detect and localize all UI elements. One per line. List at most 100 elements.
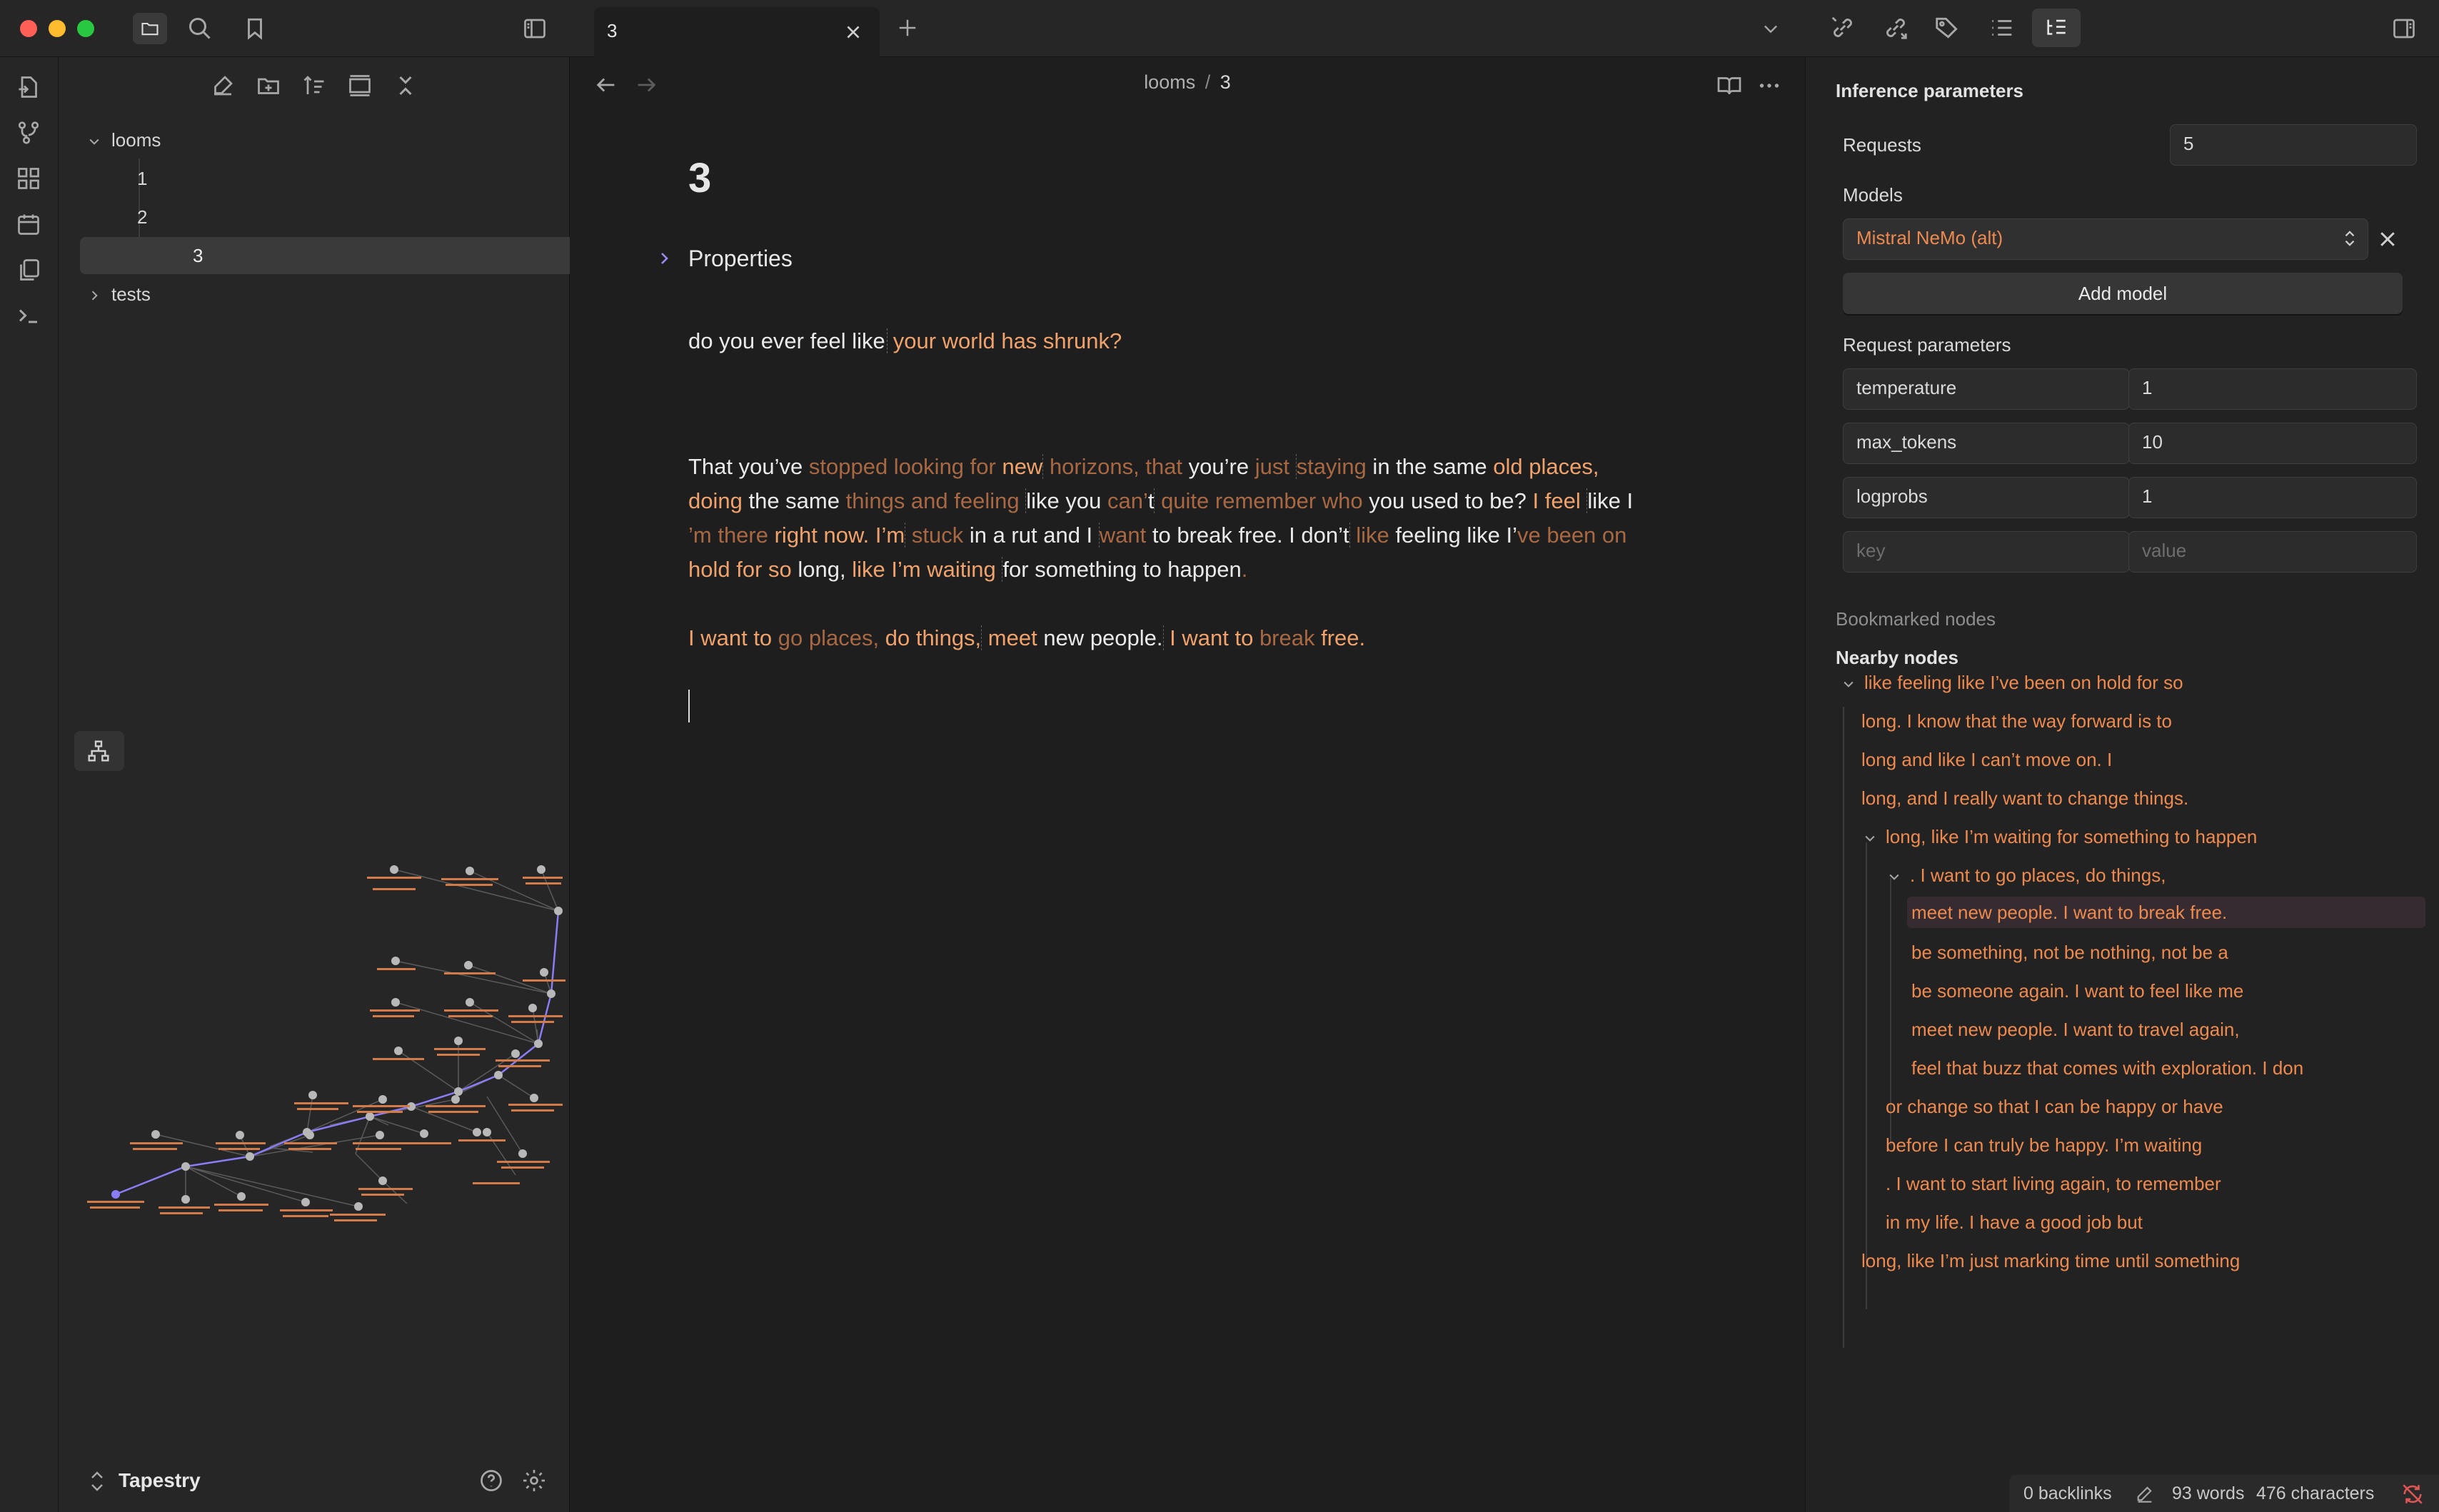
models-label: Models: [1843, 184, 1903, 206]
nearby-node[interactable]: meet new people. I want to travel again,: [1911, 1014, 2240, 1045]
node-text: be something, not be nothing, not be a: [1911, 942, 2228, 963]
breadcrumb: looms / 3: [570, 71, 1805, 94]
ribbon: [0, 57, 59, 1512]
param-value-max-tokens[interactable]: 10: [2128, 423, 2417, 464]
toggle-left-sidebar-icon[interactable]: [521, 16, 548, 41]
collapse-all-icon[interactable]: [393, 73, 418, 99]
templates-icon[interactable]: [16, 257, 41, 283]
nearby-node[interactable]: . I want to start living again, to remem…: [1886, 1168, 2221, 1199]
loom-tree-view-icon[interactable]: [2032, 9, 2081, 47]
param-key-max-tokens[interactable]: max_tokens: [1843, 423, 2130, 464]
file-explorer-icon[interactable]: [133, 13, 167, 44]
toggle-right-sidebar-icon[interactable]: [2390, 16, 2418, 41]
canvas-icon[interactable]: [16, 166, 41, 191]
paragraph-3[interactable]: I want to go places, do things, meet new…: [688, 621, 1688, 655]
param-value-temperature[interactable]: 1: [2128, 368, 2417, 410]
word-count: 93 words: [2172, 1483, 2245, 1503]
tab-3[interactable]: 3: [594, 7, 880, 57]
sync-disabled-icon[interactable]: [2400, 1482, 2425, 1506]
nearby-node[interactable]: be someone again. I want to feel like me: [1911, 975, 2243, 1007]
param-key-logprobs[interactable]: logprobs: [1843, 477, 2130, 518]
text-segment: can’: [1101, 488, 1148, 513]
text-segment: there: [711, 523, 775, 548]
outgoing-links-icon[interactable]: [1882, 14, 1909, 41]
tree-item-1[interactable]: 1: [81, 160, 537, 197]
new-tab-icon[interactable]: [897, 17, 918, 39]
text-segment: meet: [981, 625, 1044, 650]
requests-input[interactable]: 5: [2170, 124, 2417, 166]
tree-item-2[interactable]: 2: [81, 198, 537, 236]
new-param-key-input[interactable]: key: [1843, 531, 2130, 573]
file-explorer-sidebar: looms 1 2 3 tests Tapestry: [59, 57, 667, 1512]
zoom-window-button[interactable]: [77, 20, 94, 37]
outline-list-icon[interactable]: [1988, 14, 2015, 41]
chevron-down-icon: [1889, 874, 1899, 880]
nearby-node[interactable]: before I can truly be happy. I’m waiting: [1886, 1129, 2202, 1161]
text-segment: staying: [1295, 454, 1367, 479]
paragraph-2[interactable]: That you’ve stopped looking for new hori…: [688, 450, 1688, 587]
help-icon[interactable]: [478, 1468, 504, 1493]
nearby-node[interactable]: be something, not be nothing, not be a: [1911, 937, 2228, 968]
line-1[interactable]: do you ever feel like your world has shru…: [688, 324, 1688, 358]
nearby-node[interactable]: long. I know that the way forward is to: [1861, 705, 2172, 737]
text-segment: stuck: [905, 523, 970, 548]
inference-parameters-header: Inference parameters: [1836, 80, 2024, 101]
breadcrumb-current[interactable]: 3: [1220, 71, 1231, 93]
tree-graph-toggle-icon[interactable]: [74, 731, 124, 771]
bookmark-icon[interactable]: [243, 16, 267, 41]
vault-name[interactable]: Tapestry: [119, 1469, 201, 1492]
remove-model-icon[interactable]: [2377, 228, 2398, 250]
text-segment: don’t: [1301, 523, 1349, 548]
note-title[interactable]: 3: [688, 154, 711, 202]
folder-looms[interactable]: looms: [87, 121, 161, 158]
nearby-node[interactable]: long, and I really want to change things…: [1861, 782, 2188, 814]
backlinks-count[interactable]: 0 backlinks: [2023, 1483, 2112, 1504]
nearby-node[interactable]: long, like I’m waiting for something to …: [1863, 821, 2257, 852]
search-icon[interactable]: [187, 16, 213, 41]
settings-gear-icon[interactable]: [521, 1468, 547, 1493]
paragraph-line: hold for so long, like I’m waiting for s…: [688, 553, 1688, 587]
tags-icon[interactable]: [1933, 14, 1961, 41]
new-note-icon[interactable]: [210, 73, 236, 99]
daily-note-calendar-icon[interactable]: [16, 211, 41, 237]
node-text: in my life. I have a good job but: [1886, 1211, 2143, 1233]
node-text: long, like I’m waiting for something to …: [1886, 826, 2258, 847]
loom-tree-graph[interactable]: [59, 797, 570, 1254]
nearby-node[interactable]: feel that buzz that comes with explorati…: [1911, 1052, 2303, 1084]
text-cursor: [688, 690, 690, 722]
nearby-node[interactable]: in my life. I have a good job but: [1886, 1206, 2143, 1238]
select-arrows-icon: [2345, 231, 2355, 246]
edit-mode-pencil-icon[interactable]: [2135, 1483, 2155, 1503]
nearby-node-selected[interactable]: meet new people. I want to break free.: [1907, 897, 2425, 928]
request-parameters-label: Request parameters: [1843, 334, 2011, 356]
close-tab-icon[interactable]: [844, 23, 863, 41]
nearby-node[interactable]: long and like I can’t move on. I: [1861, 744, 2112, 775]
title-bar: 3: [0, 0, 2439, 57]
minimize-window-button[interactable]: [49, 20, 66, 37]
add-model-button[interactable]: Add model: [1843, 273, 2403, 314]
param-key-temperature[interactable]: temperature: [1843, 368, 2130, 410]
new-folder-icon[interactable]: [256, 73, 281, 99]
sort-order-icon[interactable]: [301, 73, 327, 99]
model-select[interactable]: Mistral NeMo (alt): [1843, 218, 2368, 260]
loom-graph-canvas[interactable]: [59, 797, 570, 1254]
param-value-logprobs[interactable]: 1: [2128, 477, 2417, 518]
vault-switcher-chevron-icon[interactable]: [89, 1469, 106, 1493]
new-param-value-input[interactable]: value: [2128, 531, 2417, 573]
nearby-node[interactable]: like feeling like I’ve been on hold for …: [1841, 667, 2183, 698]
nearby-node[interactable]: long, like I’m just marking time until s…: [1861, 1245, 2240, 1276]
text-segment: like you: [1025, 488, 1102, 513]
more-options-icon[interactable]: [1756, 73, 1782, 99]
nearby-node[interactable]: or change so that I can be happy or have: [1886, 1091, 2223, 1122]
nearby-node[interactable]: . I want to go places, do things,: [1887, 860, 2166, 891]
close-window-button[interactable]: [20, 20, 37, 37]
tab-list-chevron-icon[interactable]: [1761, 19, 1781, 39]
auto-reveal-icon[interactable]: [347, 73, 373, 99]
graph-view-icon[interactable]: [16, 120, 41, 146]
command-palette-icon[interactable]: [16, 303, 41, 328]
link-tool-icon[interactable]: [1829, 14, 1856, 41]
folder-tests[interactable]: tests: [87, 276, 151, 313]
open-quick-switcher-icon[interactable]: [16, 74, 41, 100]
reading-view-icon[interactable]: [1716, 73, 1742, 99]
breadcrumb-parent[interactable]: looms: [1144, 71, 1195, 93]
